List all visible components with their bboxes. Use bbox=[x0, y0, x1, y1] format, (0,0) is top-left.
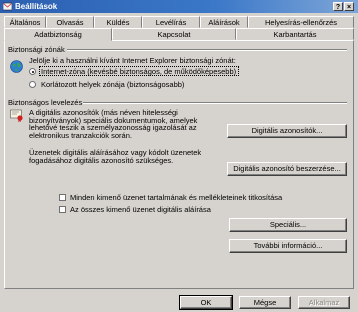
get-id-description: Üzenetek digitális aláírásához vagy kódo… bbox=[29, 149, 201, 164]
tab-connection[interactable]: Kapcsolat bbox=[112, 28, 236, 40]
globe-icon bbox=[10, 60, 23, 73]
cancel-button[interactable]: Mégse bbox=[239, 296, 291, 309]
restricted-zone-label[interactable]: Korlátozott helyek zónája (biztonságosab… bbox=[41, 80, 184, 89]
tab-maintenance[interactable]: Karbantartás bbox=[236, 28, 354, 40]
digital-id-description: A digitális azonosítók (más néven hitele… bbox=[29, 109, 197, 139]
options-window: Beállítások ? × Általános Olvasás Küldés… bbox=[0, 0, 358, 312]
secure-mail-heading: Biztonságos levelezés bbox=[8, 98, 83, 107]
get-digital-id-button[interactable]: Digitális azonosító beszerzése... bbox=[227, 162, 347, 176]
close-button[interactable]: × bbox=[344, 2, 354, 11]
zones-heading: Biztonsági zónák bbox=[8, 45, 65, 54]
help-button[interactable]: ? bbox=[333, 2, 343, 11]
zones-divider bbox=[67, 49, 347, 51]
apply-button[interactable]: Alkalmaz bbox=[298, 296, 350, 309]
internet-zone-radio[interactable] bbox=[29, 68, 36, 75]
title-bar[interactable]: Beállítások ? × bbox=[0, 0, 358, 13]
restricted-zone-radio[interactable] bbox=[29, 81, 36, 88]
encrypt-all-checkbox[interactable] bbox=[59, 194, 66, 201]
internet-zone-label[interactable]: Internet-zóna (kevésbé biztonságos, de m… bbox=[41, 67, 236, 76]
more-info-button-label: További információ... bbox=[253, 241, 323, 250]
zones-description: Jelölje ki a használni kívánt Internet E… bbox=[29, 56, 236, 65]
certificate-icon bbox=[10, 109, 23, 122]
digital-id-description-line: elektronikus tranzakciók során. bbox=[29, 130, 132, 140]
apply-button-label: Alkalmaz bbox=[308, 298, 340, 307]
tab-general[interactable]: Általános bbox=[4, 16, 46, 28]
tab-read[interactable]: Olvasás bbox=[46, 16, 94, 28]
advanced-button-label: Speciális... bbox=[269, 220, 307, 229]
security-tab-panel: Biztonsági zónák Jelölje ki a használni … bbox=[4, 40, 354, 289]
tab-signatures[interactable]: Aláírások bbox=[200, 16, 248, 28]
tab-spelling[interactable]: Helyesírás-ellenőrzés bbox=[248, 16, 354, 28]
tab-security[interactable]: Adatbiztonság bbox=[4, 28, 112, 41]
digital-ids-button-label: Digitális azonosítók... bbox=[251, 126, 323, 135]
digital-ids-button[interactable]: Digitális azonosítók... bbox=[227, 124, 347, 138]
window-title: Beállítások bbox=[15, 2, 58, 11]
ok-button-label: OK bbox=[200, 298, 212, 307]
get-digital-id-button-label: Digitális azonosító beszerzése... bbox=[233, 164, 341, 173]
ok-button[interactable]: OK bbox=[179, 295, 233, 310]
encrypt-all-label[interactable]: Minden kimenő üzenet tartalmának és mell… bbox=[70, 193, 282, 202]
secure-mail-divider bbox=[83, 102, 347, 104]
more-info-button[interactable]: További információ... bbox=[229, 239, 347, 253]
advanced-button[interactable]: Speciális... bbox=[229, 218, 347, 232]
tab-compose[interactable]: Levélírás bbox=[142, 16, 200, 28]
get-id-description-line: fogadásához digitális azonosító szüksége… bbox=[29, 155, 174, 165]
tab-send[interactable]: Küldés bbox=[94, 16, 142, 28]
sign-all-label[interactable]: Az összes kimenő üzenet digitális aláírá… bbox=[70, 205, 211, 214]
cancel-button-label: Mégse bbox=[253, 298, 277, 307]
outlook-express-icon bbox=[3, 2, 12, 11]
sign-all-checkbox[interactable] bbox=[59, 206, 66, 213]
